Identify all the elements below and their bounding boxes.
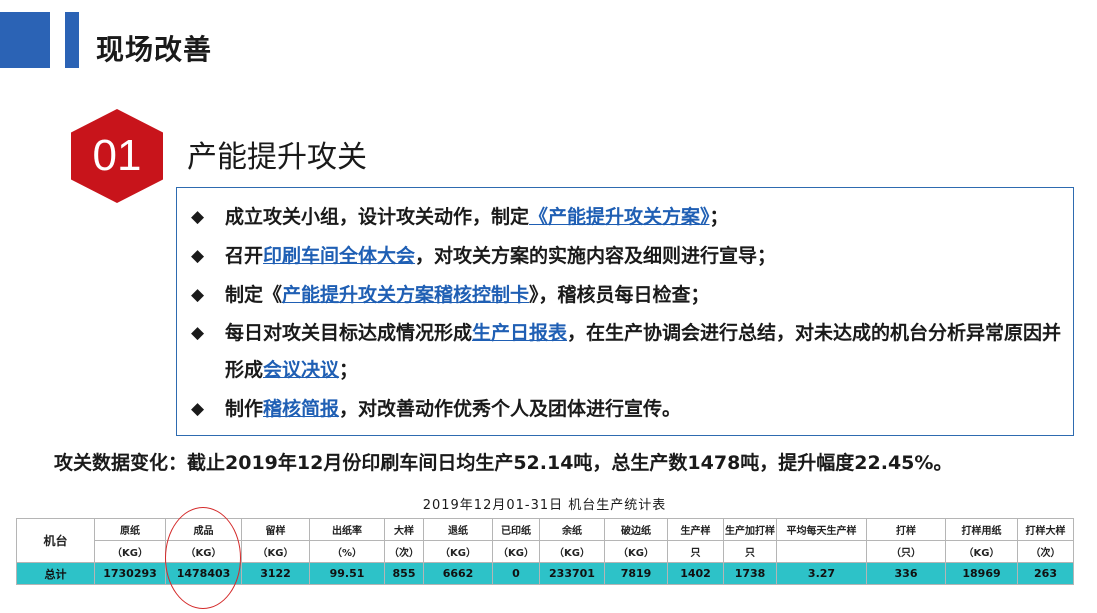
bullet-item-1: ◆ 成立攻关小组，设计攻关动作，制定《产能提升攻关方案》； [191,199,1065,236]
col-header: 破边纸 [604,518,668,541]
diamond-bullet-icon: ◆ [191,399,205,419]
total-cell: 1730293 [94,562,166,585]
col-unit: （KG） [423,540,493,563]
page-title: 现场改善 [96,33,213,66]
total-cell: 18969 [945,562,1018,585]
diamond-bullet-icon: ◆ [191,246,205,266]
col-header: 平均每天生产样 [776,518,867,541]
col-unit: （KG） [241,540,310,563]
bullet-item-3: ◆ 制定《产能提升攻关方案稽核控制卡》，稽核员每日检查； [191,277,1065,314]
bullet-item-5: ◆ 制作稽核简报，对改善动作优秀个人及团体进行宣传。 [191,391,1065,428]
link-audit-control-card[interactable]: 产能提升攻关方案稽核控制卡 [282,284,529,306]
col-unit: 只 [667,540,724,563]
total-cell: 263 [1017,562,1074,585]
col-unit: （%） [309,540,385,563]
col-unit: （KG） [539,540,605,563]
header-accent-bar [65,12,79,68]
col-unit: （KG） [604,540,668,563]
link-workshop-meeting[interactable]: 印刷车间全体大会 [263,245,415,267]
total-cell: 3.27 [776,562,867,585]
col-unit: （KG） [94,540,166,563]
bullet-item-4: ◆ 每日对攻关目标达成情况形成生产日报表，在生产协调会进行总结，对未达成的机台分… [191,315,1065,389]
col-header: 退纸 [423,518,493,541]
diamond-bullet-icon: ◆ [191,323,205,343]
col-header: 生产加打样 [723,518,777,541]
col-unit: 只 [723,540,777,563]
total-cell: 7819 [604,562,668,585]
total-cell: 6662 [423,562,493,585]
diamond-bullet-icon: ◆ [191,207,205,227]
total-cell: 0 [492,562,540,585]
col-header: 已印纸 [492,518,540,541]
col-header: 出纸率 [309,518,385,541]
col-header: 打样大样 [1017,518,1074,541]
table-title: 2019年12月01-31日 机台生产统计表 [422,498,667,513]
col-unit: （次） [1017,540,1074,563]
col-unit: （KG） [492,540,540,563]
bullet-item-2: ◆ 召开印刷车间全体大会，对攻关方案的实施内容及细则进行宣导； [191,238,1065,275]
link-audit-brief[interactable]: 稽核简报 [263,398,339,420]
total-cell: 233701 [539,562,605,585]
col-unit [776,540,867,563]
section-number: 01 [92,131,142,180]
link-meeting-resolution[interactable]: 会议决议 [263,359,339,381]
col-header-machine: 机台 [16,518,95,563]
col-header: 大样 [384,518,424,541]
total-cell: 99.51 [309,562,385,585]
total-cell: 1402 [667,562,724,585]
link-capacity-plan[interactable]: 《产能提升攻关方案》 [529,206,710,228]
col-header: 原纸 [94,518,166,541]
header-accent-block [0,12,50,68]
col-header: 打样 [866,518,946,541]
col-unit: （只） [866,540,946,563]
total-label: 总计 [16,562,95,585]
total-cell: 1738 [723,562,777,585]
col-header: 留样 [241,518,310,541]
highlight-circle [165,507,241,609]
stat-summary: 攻关数据变化：截止2019年12月份印刷车间日均生产52.14吨，总生产数147… [54,452,953,474]
col-unit: （次） [384,540,424,563]
col-header: 生产样 [667,518,724,541]
bullet-box: ◆ 成立攻关小组，设计攻关动作，制定《产能提升攻关方案》； ◆ 召开印刷车间全体… [176,187,1074,436]
diamond-bullet-icon: ◆ [191,285,205,305]
total-cell: 3122 [241,562,310,585]
section-title: 产能提升攻关 [187,140,367,175]
col-unit: （KG） [945,540,1018,563]
col-header: 打样用纸 [945,518,1018,541]
link-daily-report[interactable]: 生产日报表 [472,322,567,344]
col-header: 余纸 [539,518,605,541]
total-cell: 855 [384,562,424,585]
total-cell: 336 [866,562,946,585]
